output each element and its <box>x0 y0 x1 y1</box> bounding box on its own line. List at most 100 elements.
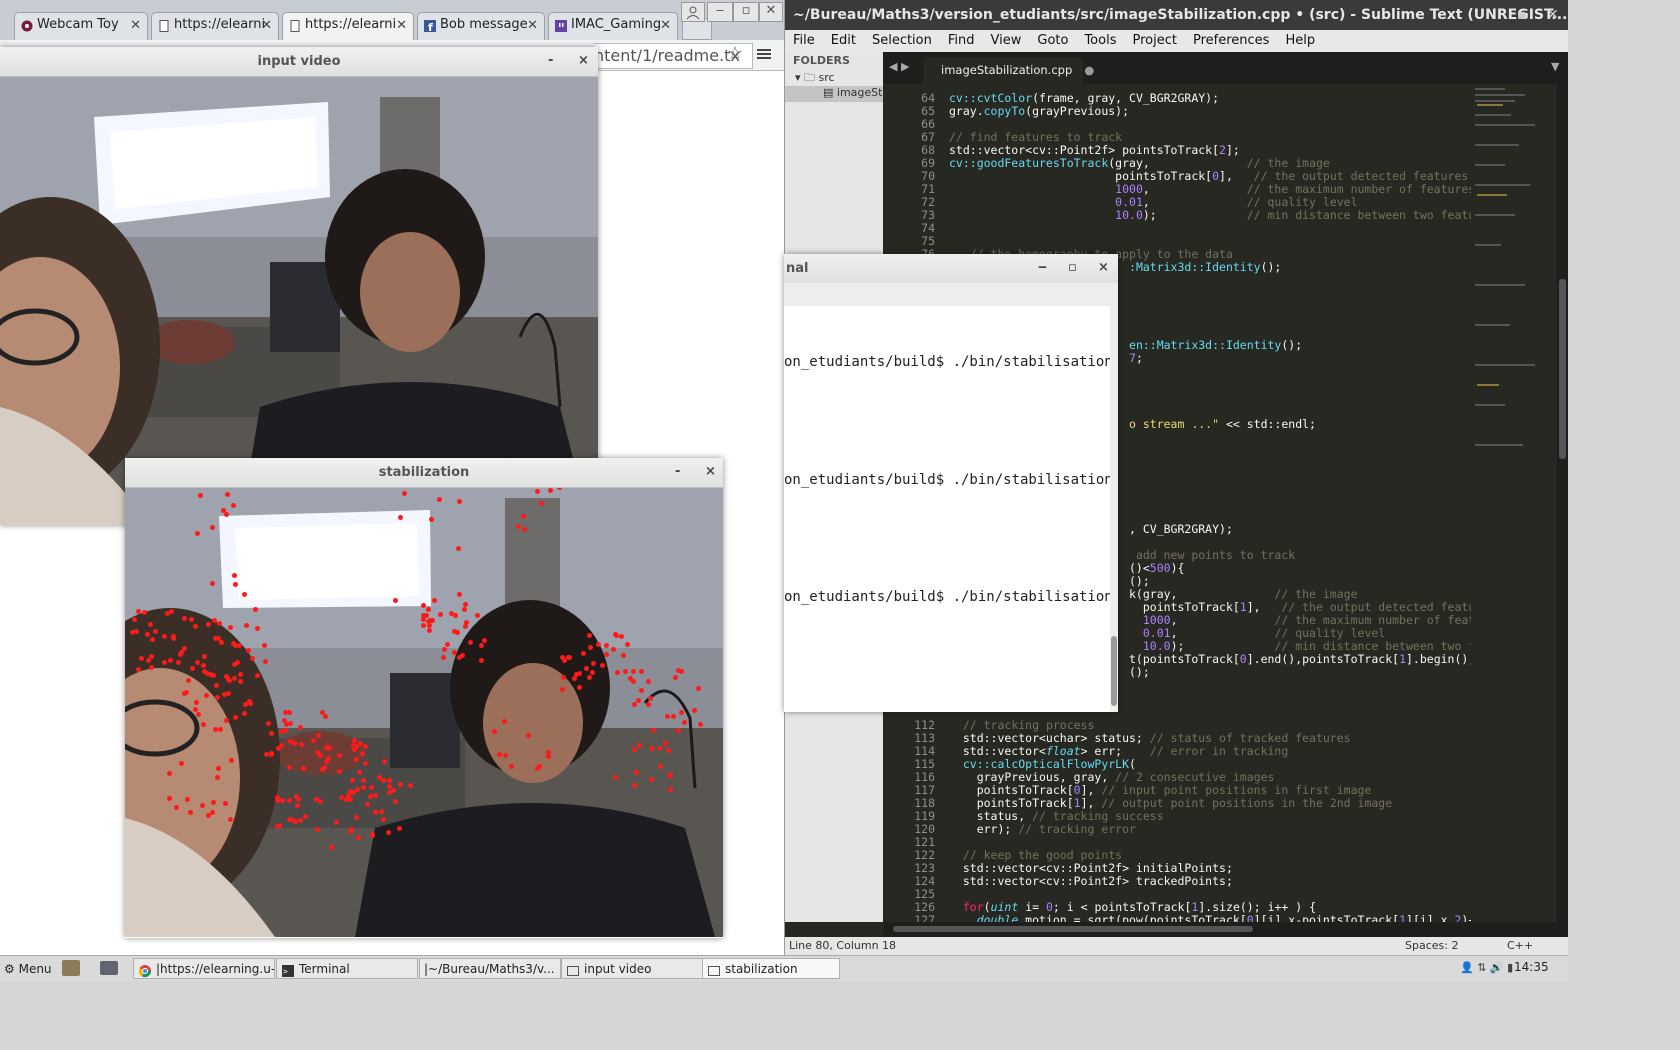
minimize-button[interactable]: - <box>548 47 553 76</box>
menu-view[interactable]: View <box>991 33 1022 48</box>
star-icon[interactable]: ☆ <box>727 44 747 64</box>
tracked-feature-point <box>182 615 187 621</box>
tracked-feature-point <box>164 611 170 617</box>
minimize-button[interactable]: ‒ <box>1038 254 1047 283</box>
maximize-button[interactable]: ▫ <box>1068 254 1077 283</box>
chevron-down-icon[interactable]: ▼ <box>1551 60 1559 73</box>
window-title: ~/Bureau/Maths3/version_etudiants/src/im… <box>793 7 1568 23</box>
twitch-icon <box>555 20 567 32</box>
tracked-feature-point <box>441 647 447 653</box>
menu-selection[interactable]: Selection <box>872 33 932 48</box>
menu-preferences[interactable]: Preferences <box>1193 33 1269 48</box>
syntax-selector[interactable]: C++ <box>1507 937 1533 955</box>
folder-icon[interactable] <box>100 961 118 975</box>
tracked-feature-point <box>625 641 631 647</box>
tab-label: Bob message <box>440 17 528 32</box>
tracked-feature-point <box>355 786 361 792</box>
task-input-video[interactable]: input video <box>561 958 703 979</box>
editor-tab[interactable]: imageStabilization.cpp ● <box>923 57 1094 84</box>
tracked-feature-point <box>189 616 195 622</box>
tracked-feature-point <box>359 750 365 756</box>
tracked-feature-point <box>146 657 152 663</box>
menu-find[interactable]: Find <box>948 33 975 48</box>
window-icon <box>708 963 720 976</box>
tracked-feature-point <box>337 752 343 758</box>
task-terminal[interactable]: > Terminal <box>276 958 418 979</box>
tracked-feature-point <box>425 606 431 612</box>
hamburger-icon[interactable] <box>755 45 773 63</box>
tracked-feature-point <box>632 746 638 752</box>
close-icon[interactable]: ✕ <box>261 18 272 33</box>
menu-goto[interactable]: Goto <box>1037 33 1068 48</box>
maximize-button[interactable]: ▫ <box>733 2 759 22</box>
tracked-feature-point <box>560 686 566 692</box>
tracked-feature-point <box>591 660 597 666</box>
menu-tools[interactable]: Tools <box>1084 33 1116 48</box>
tab-label: https://elearni <box>305 17 397 32</box>
browser-tab[interactable]: f Bob message ✕ <box>417 12 545 40</box>
sublime-menubar: File Edit Selection Find View Goto Tools Projec… <box>785 30 1568 52</box>
task-browser[interactable]: |https://elearning.u-... <box>133 958 275 979</box>
task-stabilization[interactable]: stabilization <box>702 958 840 979</box>
close-icon[interactable]: ✕ <box>396 18 407 33</box>
horizontal-scrollbar[interactable] <box>883 922 1568 937</box>
tracked-feature-point <box>192 623 198 629</box>
minimap[interactable] <box>1471 84 1557 922</box>
minimize-button[interactable]: ▪ <box>1517 0 1527 30</box>
tracked-feature-point <box>618 633 624 639</box>
tracked-feature-point <box>166 796 172 802</box>
tracked-feature-point <box>658 763 664 769</box>
tracked-feature-point <box>645 701 651 707</box>
tracked-feature-point <box>145 631 151 637</box>
task-sublime[interactable]: |~/Bureau/Maths3/v... <box>419 958 561 979</box>
file-item-selected[interactable]: ▤ imageSt <box>785 86 883 102</box>
start-menu-button[interactable]: ⚙ Menu <box>4 960 52 978</box>
browser-tab[interactable]: https://elearni ✕ <box>151 12 279 40</box>
terminal-toolbar <box>784 283 1118 306</box>
browser-tab-active[interactable]: https://elearni ✕ <box>282 12 414 40</box>
tab-nav-left-icon[interactable]: ◀ ▶ <box>889 60 909 73</box>
terminal-scrollbar[interactable] <box>1110 306 1118 712</box>
browser-tab[interactable]: Webcam Toy ✕ <box>14 12 148 40</box>
menu-project[interactable]: Project <box>1132 33 1176 48</box>
menu-edit[interactable]: Edit <box>831 33 856 48</box>
stabilization-video-frame <box>125 488 723 937</box>
tracked-feature-point <box>215 774 220 780</box>
tracked-feature-point <box>213 683 219 689</box>
tracked-feature-point <box>665 713 671 719</box>
menu-file[interactable]: File <box>793 33 815 48</box>
tracked-feature-point <box>262 642 268 648</box>
close-icon[interactable]: ✕ <box>660 18 671 33</box>
tracked-feature-point <box>649 776 655 782</box>
tracked-feature-point <box>211 618 217 624</box>
tracked-feature-point <box>166 770 172 776</box>
close-icon[interactable]: ✕ <box>130 18 141 33</box>
minimize-button[interactable]: - <box>675 458 680 487</box>
tracked-feature-point <box>210 672 216 678</box>
desktop-icon[interactable] <box>62 960 80 976</box>
page-icon <box>289 20 301 32</box>
tab-label: Webcam Toy <box>37 17 119 32</box>
cursor-position: Line 80, Column 18 <box>789 939 897 952</box>
profile-icon[interactable] <box>681 2 705 22</box>
menu-help[interactable]: Help <box>1285 33 1315 48</box>
browser-tab[interactable]: IMAC_Gaming ✕ <box>548 12 678 40</box>
terminal-line: on_etudiants/build$ ./bin/stabilisation <box>784 472 1113 488</box>
close-button[interactable]: × <box>1098 254 1109 283</box>
close-icon[interactable]: ✕ <box>527 18 538 33</box>
tracked-feature-point <box>437 611 443 617</box>
vertical-scrollbar[interactable] <box>1557 84 1568 922</box>
close-button[interactable]: ✕ <box>1547 0 1559 30</box>
tracked-feature-point <box>255 672 261 678</box>
minimize-button[interactable]: ‒ <box>707 2 733 22</box>
tracked-feature-point <box>603 642 609 648</box>
close-button[interactable]: × <box>578 47 589 76</box>
tab-label: imageStabilization.cpp <box>941 63 1073 77</box>
indentation-setting[interactable]: Spaces: 2 <box>1405 937 1458 955</box>
tracked-feature-point <box>650 727 656 733</box>
tracked-feature-point <box>215 694 221 700</box>
system-tray[interactable]: 👤 ⇅ 🔊 ▮ <box>1460 961 1513 974</box>
close-button[interactable]: ✕ <box>759 2 783 22</box>
terminal-output[interactable]: on_etudiants/build$ ./bin/stabilisation … <box>784 306 1113 712</box>
close-button[interactable]: × <box>705 458 716 487</box>
